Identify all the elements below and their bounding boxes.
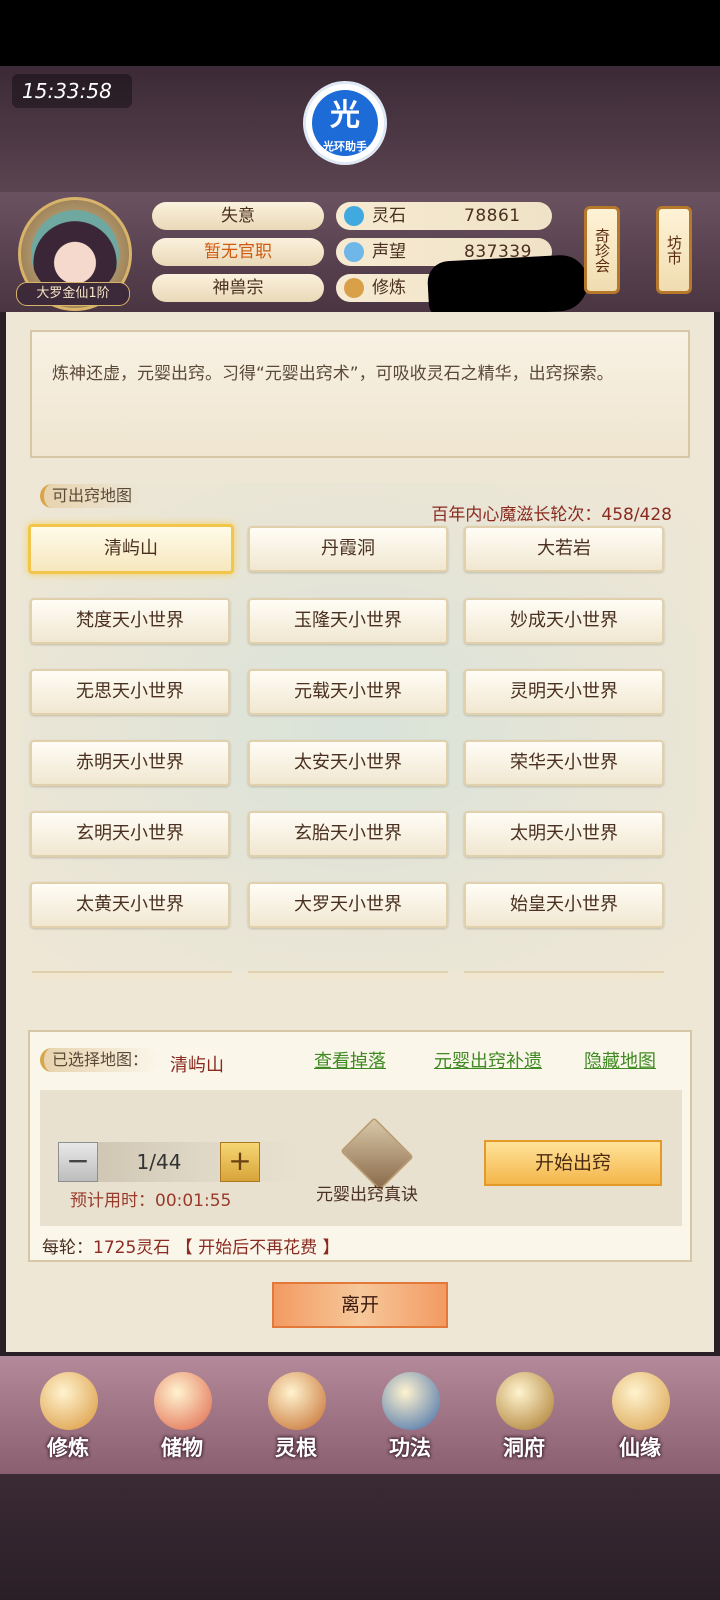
rounds-plus-button[interactable]: +	[220, 1142, 260, 1182]
map-button[interactable]: 太黄天小世界	[30, 882, 230, 928]
cultivate-icon	[344, 278, 364, 298]
cost-note: 【 开始后不再花费 】	[175, 1238, 340, 1258]
map-button[interactable]: 荣华天小世界	[464, 740, 664, 786]
rounds-minus-button[interactable]: −	[58, 1142, 98, 1182]
office-status[interactable]: 暂无官职	[152, 238, 324, 266]
nav-label: 洞府	[503, 1436, 545, 1460]
map-button[interactable]: 玄明天小世界	[30, 811, 230, 857]
estimated-time: 预计用时：00:01:55	[70, 1191, 232, 1211]
supplement-link[interactable]: 元婴出窍补遗	[434, 1047, 542, 1073]
map-button[interactable]: 大若岩	[464, 526, 664, 572]
book-label: 元婴出窍真诀	[316, 1185, 418, 1205]
sect-name[interactable]: 神兽宗	[152, 274, 324, 302]
rank-badge: 大罗金仙1阶	[16, 282, 130, 306]
selected-map-name: 清屿山	[170, 1055, 224, 1076]
cost-line: 每轮：1725灵石 【 开始后不再花费 】	[42, 1233, 339, 1258]
cost-prefix: 每轮：	[42, 1238, 93, 1258]
map-button[interactable]: 梵度天小世界	[30, 598, 230, 644]
market-lantern-button[interactable]: 坊市	[656, 206, 692, 294]
nav-label: 功法	[389, 1436, 431, 1460]
map-button[interactable]: 灵明天小世界	[464, 669, 664, 715]
meditating-monk-icon	[40, 1372, 98, 1430]
nav-label: 修炼	[47, 1436, 89, 1460]
treasure-bag-icon	[154, 1372, 212, 1430]
clock-time: 15:33:58	[12, 74, 132, 108]
leave-button[interactable]: 离开	[272, 1282, 448, 1328]
map-button[interactable]: 无思天小世界	[30, 669, 230, 715]
map-row-partial	[248, 971, 448, 979]
selected-map-label: 已选择地图：	[40, 1048, 159, 1072]
spirit-stone-stat: 灵石 78861	[336, 202, 552, 230]
map-button[interactable]: 始皇天小世界	[464, 882, 664, 928]
spirit-root-icon	[268, 1372, 326, 1430]
nav-item-0[interactable]: 修炼	[18, 1372, 118, 1468]
description-text: 炼神还虚，元婴出窍。习得“元婴出窍术”，可吸收灵石之精华，出窍探索。	[52, 364, 614, 384]
nav-item-1[interactable]: 储物	[132, 1372, 232, 1468]
map-button[interactable]: 丹霞洞	[248, 526, 448, 572]
gourd-yinyang-icon	[612, 1372, 670, 1430]
demon-counter: 百年内心魔滋长轮次：458/428	[431, 505, 672, 525]
maps-section-title: 可出窍地图	[40, 484, 143, 508]
spirit-stone-icon	[344, 206, 364, 226]
map-row-partial	[32, 971, 232, 979]
map-button[interactable]: 太安天小世界	[248, 740, 448, 786]
mood-status: 失意	[152, 202, 324, 230]
spirit-stone-label: 灵石	[372, 206, 406, 226]
redaction-mark	[426, 253, 590, 319]
hidden-maps-link[interactable]: 隐藏地图	[584, 1047, 656, 1073]
nav-item-5[interactable]: 仙缘	[590, 1372, 690, 1468]
view-drops-link[interactable]: 查看掉落	[314, 1047, 386, 1073]
start-button[interactable]: 开始出窍	[484, 1140, 662, 1186]
scripture-book-icon	[382, 1372, 440, 1430]
helper-caption: 光环助手	[323, 140, 367, 153]
nav-label: 储物	[161, 1436, 203, 1460]
cave-dwelling-icon	[496, 1372, 554, 1430]
rounds-value: 1/44	[136, 1150, 182, 1174]
map-button[interactable]: 大罗天小世界	[248, 882, 448, 928]
helper-glyph: 光	[330, 98, 360, 133]
nav-label: 仙缘	[619, 1436, 661, 1460]
status-bar	[0, 0, 720, 66]
map-button[interactable]: 赤明天小世界	[30, 740, 230, 786]
map-button[interactable]: 元载天小世界	[248, 669, 448, 715]
map-button[interactable]: 玄胎天小世界	[248, 811, 448, 857]
treasure-lantern-button[interactable]: 奇珍会	[584, 206, 620, 294]
spirit-stone-value: 78861	[464, 206, 521, 226]
cost-amount: 1725灵石	[93, 1238, 171, 1258]
nav-label: 灵根	[275, 1436, 317, 1460]
map-button[interactable]: 玉隆天小世界	[248, 598, 448, 644]
map-row-partial	[464, 971, 664, 979]
bottom-frame	[0, 1474, 720, 1600]
description-box	[30, 330, 690, 458]
nav-item-3[interactable]: 功法	[360, 1372, 460, 1468]
map-button[interactable]: 清屿山	[28, 524, 234, 574]
prestige-label: 声望	[372, 242, 406, 262]
prestige-icon	[344, 242, 364, 262]
helper-badge[interactable]: 光 光环助手	[306, 84, 384, 162]
map-button[interactable]: 太明天小世界	[464, 811, 664, 857]
map-button[interactable]: 妙成天小世界	[464, 598, 664, 644]
nav-item-2[interactable]: 灵根	[246, 1372, 346, 1468]
nav-item-4[interactable]: 洞府	[474, 1372, 574, 1468]
cultivate-label: 修炼	[372, 278, 406, 298]
